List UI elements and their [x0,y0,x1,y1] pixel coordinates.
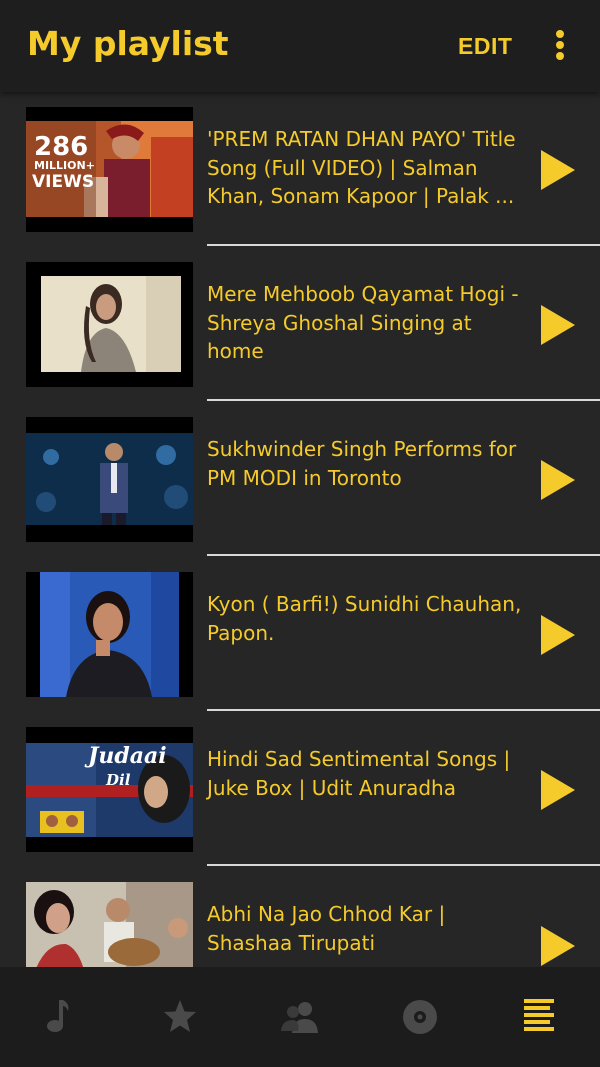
play-icon[interactable] [541,460,575,500]
video-thumbnail[interactable] [26,882,193,967]
video-thumbnail[interactable] [26,262,193,387]
more-vert-icon[interactable] [548,28,572,62]
video-thumbnail[interactable] [26,572,193,697]
playlist-item[interactable]: Kyon ( Barfi!) Sunidhi Chauhan, Papon. [0,572,600,727]
playlist-icon[interactable] [518,995,562,1039]
thumb-views-million: MILLION+ [34,159,95,172]
video-thumbnail[interactable] [26,417,193,542]
video-thumbnail[interactable]: Judaai Dil [26,727,193,852]
page-title: My playlist [27,24,229,63]
playlist-list: 286 MILLION+ VIEWS 'PREM RATAN DHAN PAYO… [0,92,600,967]
divider [207,709,600,711]
video-title[interactable]: Kyon ( Barfi!) Sunidhi Chauhan, Papon. [207,590,532,647]
thumb-judaai-text: Judaai [84,743,167,769]
star-icon[interactable] [158,995,202,1039]
play-icon[interactable] [541,770,575,810]
video-title[interactable]: 'PREM RATAN DHAN PAYO' Title Song (Full … [207,125,532,211]
playlist-item[interactable]: Sukhwinder Singh Performs for PM MODI in… [0,417,600,572]
play-icon[interactable] [541,150,575,190]
play-icon[interactable] [541,926,575,966]
people-icon[interactable] [278,995,322,1039]
music-note-icon[interactable] [38,995,82,1039]
divider [207,554,600,556]
video-title[interactable]: Abhi Na Jao Chhod Kar | Shashaa Tirupati [207,900,532,957]
play-icon[interactable] [541,305,575,345]
video-thumbnail[interactable]: 286 MILLION+ VIEWS [26,107,193,232]
divider [207,399,600,401]
playlist-item[interactable]: Mere Mehboob Qayamat Hogi - Shreya Ghosh… [0,262,600,417]
bottom-nav [0,967,600,1067]
divider [207,864,600,866]
playlist-item[interactable]: Abhi Na Jao Chhod Kar | Shashaa Tirupati [0,882,600,967]
playlist-item[interactable]: Judaai Dil Hindi Sad Sentimental Songs |… [0,727,600,882]
thumb-dil-text: Dil [105,771,131,789]
disc-icon[interactable] [398,995,442,1039]
divider [207,244,600,246]
video-title[interactable]: Hindi Sad Sentimental Songs | Juke Box |… [207,745,532,802]
video-title[interactable]: Sukhwinder Singh Performs for PM MODI in… [207,435,532,492]
playlist-item[interactable]: 286 MILLION+ VIEWS 'PREM RATAN DHAN PAYO… [0,107,600,262]
app-header: My playlist EDIT [0,0,600,92]
thumb-views-label: VIEWS [32,172,94,192]
edit-button[interactable]: EDIT [458,33,512,60]
thumb-views-number: 286 [34,132,88,162]
play-icon[interactable] [541,615,575,655]
video-title[interactable]: Mere Mehboob Qayamat Hogi - Shreya Ghosh… [207,280,532,366]
